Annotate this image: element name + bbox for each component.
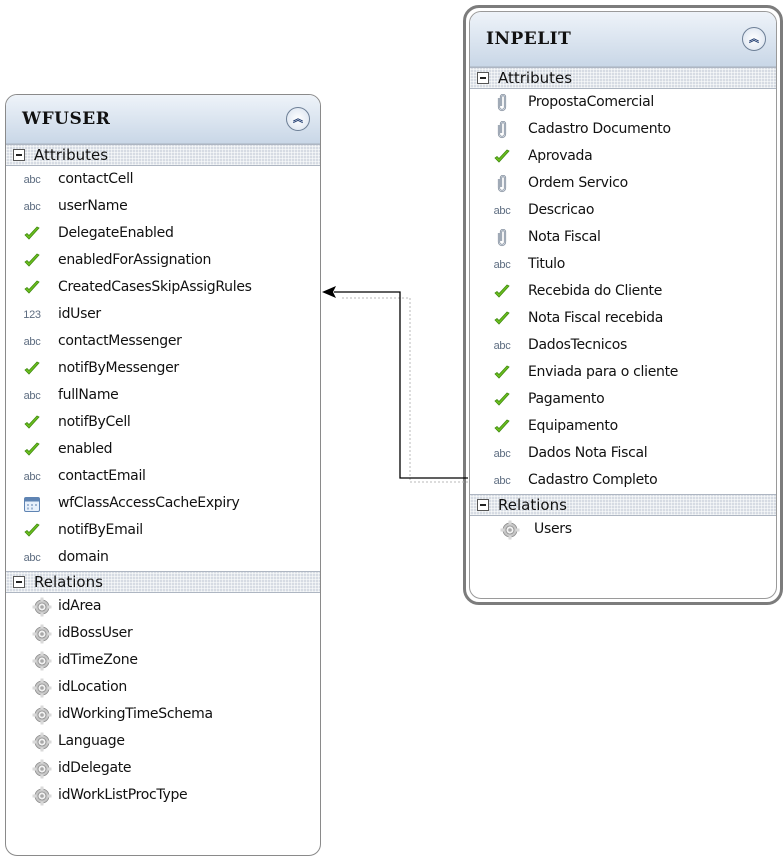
connector-shadow-line [342, 297, 468, 483]
connector-arrow-icon [322, 286, 336, 298]
connector-line [334, 291, 468, 479]
relationship-connector[interactable] [0, 0, 783, 861]
